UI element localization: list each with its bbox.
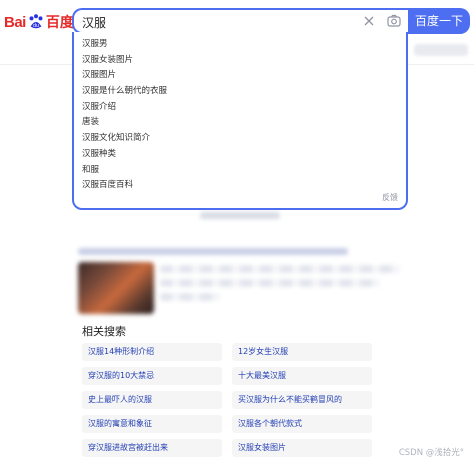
related-search-item[interactable]: 汉服的寓意和象征 — [82, 415, 222, 433]
related-search-item[interactable]: 十大最美汉服 — [232, 367, 372, 385]
blurred-result-text — [200, 212, 280, 219]
blurred-result-title — [78, 248, 348, 255]
close-icon[interactable] — [362, 14, 376, 28]
suggestion-item[interactable]: 汉服百度百科 — [74, 178, 406, 194]
suggestion-item[interactable]: 汉服是什么朝代的衣服 — [74, 84, 406, 100]
related-search-item[interactable]: 穿汉服进故宫被赶出来 — [82, 439, 222, 457]
feedback-link[interactable]: 反馈 — [382, 192, 398, 203]
related-search-item[interactable]: 汉服各个朝代款式 — [232, 415, 372, 433]
related-search-item[interactable]: 12岁女生汉服 — [232, 343, 372, 361]
related-search-item[interactable]: 汉服14种形制介绍 — [82, 343, 222, 361]
blurred-user-area — [414, 44, 468, 56]
blurred-result-snippet — [160, 293, 220, 301]
logo-text-bai: Bai — [4, 13, 26, 31]
suggestion-item[interactable]: 汉服女装图片 — [74, 53, 406, 69]
svg-text:du: du — [33, 23, 39, 29]
blurred-result-snippet — [160, 279, 380, 287]
related-search-item[interactable]: 买汉服为什么不能买鹤冒风的 — [232, 391, 372, 409]
suggestion-item[interactable]: 汉服男 — [74, 37, 406, 53]
blurred-result-snippet — [160, 265, 400, 273]
search-button[interactable]: 百度一下 — [408, 8, 470, 34]
blurred-result-thumbnail — [78, 262, 154, 314]
watermark: CSDN @浅拾光° — [398, 448, 464, 458]
suggestion-item[interactable]: 汉服文化知识简介 — [74, 131, 406, 147]
search-input[interactable] — [82, 13, 352, 31]
suggestion-item[interactable]: 汉服图片 — [74, 68, 406, 84]
related-search-item[interactable]: 穿汉服的10大禁忌 — [82, 367, 222, 385]
paw-icon: du — [29, 14, 43, 29]
suggestion-item[interactable]: 唐装 — [74, 115, 406, 131]
camera-icon[interactable] — [386, 13, 402, 29]
logo-text-baidu: 百度 — [45, 14, 74, 30]
baidu-logo[interactable]: Bai du 百度 — [4, 10, 74, 34]
related-search-item[interactable]: 史上最吓人的汉服 — [82, 391, 222, 409]
suggestion-item[interactable]: 汉服种类 — [74, 147, 406, 163]
suggestion-dropdown: 汉服男 汉服女装图片 汉服图片 汉服是什么朝代的衣服 汉服介绍 唐装 汉服文化知… — [72, 32, 408, 210]
related-search-item[interactable]: 汉服女装图片 — [232, 439, 372, 457]
suggestion-list: 汉服男 汉服女装图片 汉服图片 汉服是什么朝代的衣服 汉服介绍 唐装 汉服文化知… — [74, 37, 406, 194]
related-searches-title: 相关搜索 — [82, 325, 126, 338]
suggestion-item[interactable]: 和服 — [74, 163, 406, 179]
search-box — [72, 8, 408, 34]
suggestion-item[interactable]: 汉服介绍 — [74, 100, 406, 116]
